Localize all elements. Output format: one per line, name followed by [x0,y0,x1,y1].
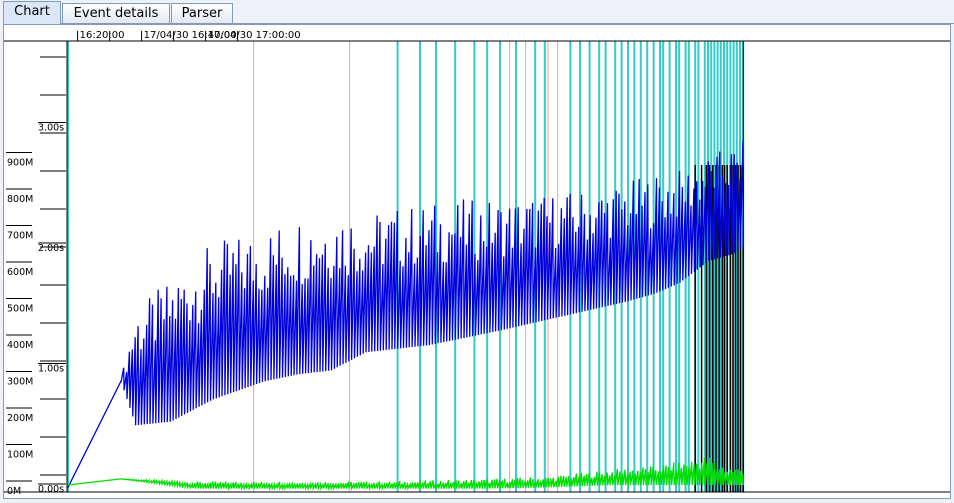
chart[interactable]: 16:20:00 17/04/30 16:40:0017/04/30 17:00:… [4,25,950,498]
x-tick-label-2: 17/04/30 17:00:00 [208,30,301,41]
series-line-0 [67,141,744,488]
chart-panel: 16:20:00 17/04/30 16:40:00 17/04/30 17:00:… [3,24,951,499]
time-tick-label-2: 2.00s [38,243,64,254]
memory-tick-label-1: 100M [7,450,33,461]
tab-event-details[interactable]: Event details [62,3,170,23]
x-tick-label-0: 16:20:00 [80,30,125,41]
memory-tick-label-7: 700M [7,231,33,242]
tab-chart[interactable]: Chart [3,1,61,24]
memory-tick-label-9: 900M [7,158,33,169]
time-tick-label-0: 0.00s [38,484,64,495]
memory-tick-label-6: 600M [7,267,33,278]
tab-parser[interactable]: Parser [171,3,233,23]
time-tick-label-3: 3.00s [38,123,64,134]
memory-tick-label-4: 400M [7,340,33,351]
tab-bar: Chart Event details Parser [0,0,954,24]
series-lines [67,141,744,492]
time-tick-label-1: 1.00s [38,364,64,375]
series-line-1 [67,457,744,492]
memory-tick-label-8: 800M [7,194,33,205]
memory-tick-label-3: 300M [7,377,33,388]
memory-tick-label-5: 500M [7,304,33,315]
axes: 16:20:00 17/04/30 16:40:0017/04/30 17:00:… [4,30,950,497]
memory-tick-label-2: 200M [7,413,33,424]
